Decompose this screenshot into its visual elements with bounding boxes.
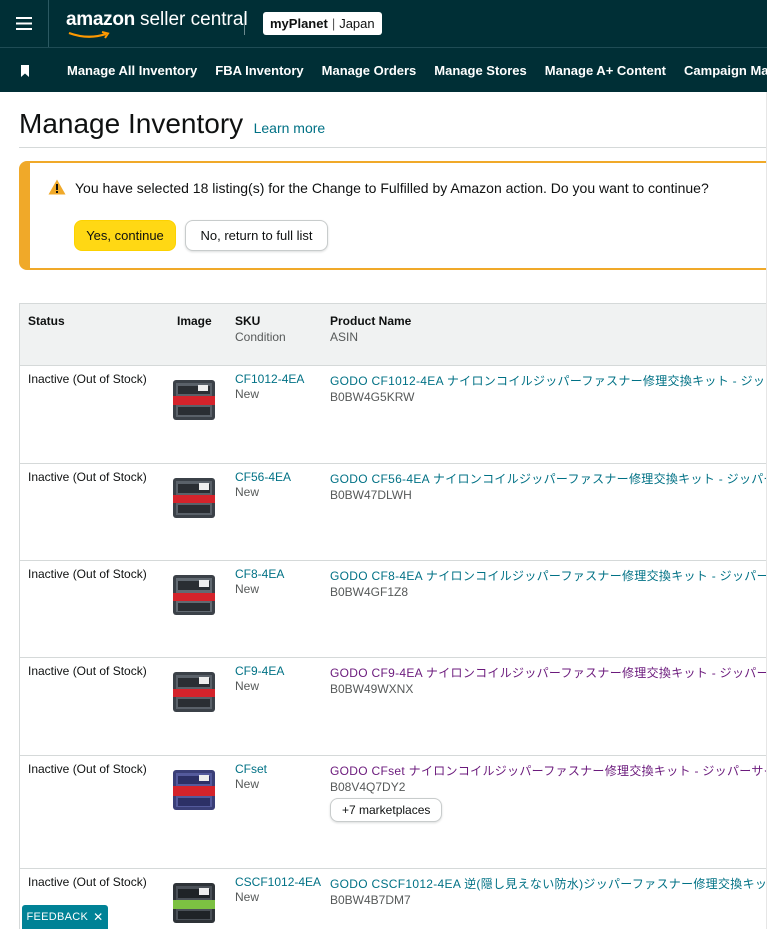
bookmark-icon[interactable]: [20, 64, 30, 82]
header-status[interactable]: Status: [28, 314, 65, 328]
store-region: Japan: [339, 16, 375, 31]
hamburger-menu-icon[interactable]: [0, 0, 49, 47]
sku-link[interactable]: CFset: [235, 762, 267, 776]
product-name-link[interactable]: GODO CF8-4EA ナイロンコイルジッパーファスナー修理交換キット - ジ…: [330, 567, 767, 584]
asin: B0BW4B7DM7: [330, 893, 411, 907]
row-product-cell: GODO CSCF1012-4EA 逆(隠し見えない防水)ジッパーファスナー修理…: [330, 875, 767, 907]
nav-item-fba-inventory[interactable]: FBA Inventory: [215, 63, 303, 78]
condition: New: [235, 679, 260, 693]
product-image[interactable]: [172, 768, 216, 812]
condition: New: [235, 777, 260, 791]
asin: B08V4Q7DY2: [330, 780, 406, 794]
table-header: Status Image SKU Condition Product Name …: [20, 304, 767, 366]
sku-link[interactable]: CF1012-4EA: [235, 372, 304, 386]
condition: New: [235, 387, 260, 401]
amazon-seller-central-logo[interactable]: amazon seller central: [66, 9, 248, 39]
table-row: Inactive (Out of Stock) CF9-4EA New GODO…: [20, 658, 767, 756]
condition: New: [235, 485, 260, 499]
row-product-cell: GODO CFset ナイロンコイルジッパーファスナー修理交換キット - ジッパ…: [330, 762, 767, 822]
row-sku-cell: CF9-4EA New: [235, 664, 284, 693]
yes-continue-button[interactable]: Yes, continue: [74, 220, 176, 251]
learn-more-link[interactable]: Learn more: [254, 120, 326, 136]
asin: B0BW49WXNX: [330, 682, 414, 696]
page-title-row: Manage Inventory Learn more: [19, 108, 767, 148]
marketplaces-button[interactable]: +7 marketplaces: [330, 798, 443, 822]
alert-message: You have selected 18 listing(s) for the …: [75, 180, 709, 196]
row-sku-cell: CF1012-4EA New: [235, 372, 304, 401]
confirmation-alert: You have selected 18 listing(s) for the …: [19, 161, 767, 270]
header-asin-label: ASIN: [330, 330, 359, 344]
row-sku-cell: CSCF1012-4EA New: [235, 875, 321, 904]
store-name: myPlanet: [270, 16, 328, 31]
row-status: Inactive (Out of Stock): [28, 567, 147, 581]
row-status: Inactive (Out of Stock): [28, 762, 147, 776]
table-row: Inactive (Out of Stock) CFset New GODO C…: [20, 756, 767, 869]
product-image[interactable]: [172, 881, 216, 925]
header-product-name[interactable]: Product Name ASIN: [330, 314, 411, 344]
header-divider: [244, 13, 245, 35]
row-sku-cell: CFset New: [235, 762, 267, 791]
feedback-label: FEEDBACK: [26, 911, 89, 923]
header-sku-label: SKU: [235, 314, 261, 328]
row-product-cell: GODO CF8-4EA ナイロンコイルジッパーファスナー修理交換キット - ジ…: [330, 567, 767, 599]
nav-item-manage-stores[interactable]: Manage Stores: [434, 63, 526, 78]
table-row: Inactive (Out of Stock) CF56-4EA New GOD…: [20, 464, 767, 561]
inventory-table: Status Image SKU Condition Product Name …: [19, 303, 767, 929]
table-row: Inactive (Out of Stock) CSCF1012-4EA New…: [20, 869, 767, 929]
feedback-tab[interactable]: FEEDBACK ✕: [22, 905, 108, 929]
sku-link[interactable]: CF8-4EA: [235, 567, 284, 581]
nav-item-manage-a-plus-content[interactable]: Manage A+ Content: [545, 63, 666, 78]
return-to-full-list-button[interactable]: No, return to full list: [185, 220, 328, 251]
logo-word: amazon: [66, 9, 135, 30]
nav-item-manage-all-inventory[interactable]: Manage All Inventory: [67, 63, 197, 78]
product-image[interactable]: [172, 476, 216, 520]
warning-icon: [48, 179, 66, 200]
row-status: Inactive (Out of Stock): [28, 470, 147, 484]
row-status: Inactive (Out of Stock): [28, 372, 147, 386]
nav-item-manage-orders[interactable]: Manage Orders: [322, 63, 417, 78]
row-status: Inactive (Out of Stock): [28, 664, 147, 678]
row-status: Inactive (Out of Stock): [28, 875, 147, 889]
store-selector[interactable]: myPlanet | Japan: [263, 12, 382, 35]
row-sku-cell: CF8-4EA New: [235, 567, 284, 596]
product-image[interactable]: [172, 378, 216, 422]
close-icon[interactable]: ✕: [93, 910, 103, 924]
row-product-cell: GODO CF56-4EA ナイロンコイルジッパーファスナー修理交換キット - …: [330, 470, 767, 502]
asin: B0BW4G5KRW: [330, 390, 415, 404]
condition: New: [235, 582, 260, 596]
nav-bar: Manage All Inventory FBA Inventory Manag…: [0, 48, 767, 92]
condition: New: [235, 890, 260, 904]
header-condition-label: Condition: [235, 330, 286, 344]
sku-link[interactable]: CF56-4EA: [235, 470, 291, 484]
header-image: Image: [177, 314, 212, 328]
table-row: Inactive (Out of Stock) CF1012-4EA New G…: [20, 366, 767, 464]
store-separator: |: [331, 16, 336, 31]
product-name-link[interactable]: GODO CF9-4EA ナイロンコイルジッパーファスナー修理交換キット - ジ…: [330, 664, 767, 681]
product-name-link[interactable]: GODO CSCF1012-4EA 逆(隠し見えない防水)ジッパーファスナー修理…: [330, 875, 767, 892]
asin: B0BW4GF1Z8: [330, 585, 409, 599]
nav-items: Manage All Inventory FBA Inventory Manag…: [67, 48, 767, 92]
page-title: Manage Inventory: [19, 108, 244, 139]
amazon-smile-icon: [68, 31, 110, 39]
product-image[interactable]: [172, 573, 216, 617]
table-row: Inactive (Out of Stock) CF8-4EA New GODO…: [20, 561, 767, 658]
sku-link[interactable]: CF9-4EA: [235, 664, 284, 678]
header-sku[interactable]: SKU Condition: [235, 314, 286, 344]
row-product-cell: GODO CF9-4EA ナイロンコイルジッパーファスナー修理交換キット - ジ…: [330, 664, 767, 696]
sku-link[interactable]: CSCF1012-4EA: [235, 875, 321, 889]
asin: B0BW47DLWH: [330, 488, 412, 502]
product-name-link[interactable]: GODO CF56-4EA ナイロンコイルジッパーファスナー修理交換キット - …: [330, 470, 767, 487]
product-image[interactable]: [172, 670, 216, 714]
top-bar: amazon seller central myPlanet | Japan: [0, 0, 767, 48]
logo-rest: seller central: [139, 9, 248, 30]
product-name-link[interactable]: GODO CFset ナイロンコイルジッパーファスナー修理交換キット - ジッパ…: [330, 762, 767, 779]
row-sku-cell: CF56-4EA New: [235, 470, 291, 499]
header-product-name-label: Product Name: [330, 314, 412, 328]
row-product-cell: GODO CF1012-4EA ナイロンコイルジッパーファスナー修理交換キット …: [330, 372, 767, 404]
product-name-link[interactable]: GODO CF1012-4EA ナイロンコイルジッパーファスナー修理交換キット …: [330, 372, 767, 389]
nav-item-campaign-manager[interactable]: Campaign Manage: [684, 63, 767, 78]
